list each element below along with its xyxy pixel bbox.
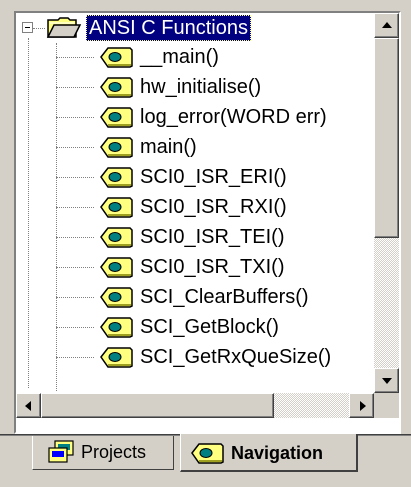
tree-item[interactable]: log_error(WORD err) — [16, 102, 374, 132]
arrow-right-icon — [360, 401, 366, 411]
tree-item-label[interactable]: main() — [138, 134, 199, 160]
tree-item-label[interactable]: SCI_GetRxQueSize() — [138, 344, 333, 370]
function-icon — [100, 197, 133, 218]
panel-tab-bar: Projects Navigation — [0, 434, 411, 487]
function-icon — [100, 167, 133, 188]
tree-item[interactable]: __main() — [16, 42, 374, 72]
scroll-right-button[interactable] — [349, 393, 374, 418]
function-tree[interactable]: ANSI C Functions __main() hw_initialise(… — [16, 13, 374, 393]
function-icon — [100, 317, 133, 338]
function-icon — [100, 77, 133, 98]
tree-root-label[interactable]: ANSI C Functions — [86, 15, 251, 41]
tree-item-label[interactable]: SCI0_ISR_TEI() — [138, 224, 286, 250]
scroll-up-button[interactable] — [374, 13, 399, 38]
scrollbar-corner — [374, 393, 399, 418]
tree-item-label[interactable]: __main() — [138, 44, 221, 70]
function-icon — [100, 347, 133, 368]
horizontal-scroll-thumb[interactable] — [41, 393, 274, 418]
tab-projects-label: Projects — [81, 442, 147, 462]
collapse-toggle-icon[interactable] — [22, 22, 33, 33]
tree-item[interactable]: SCI_ClearBuffers() — [16, 282, 374, 312]
vertical-scroll-thumb[interactable] — [374, 38, 399, 238]
tree-item-label[interactable]: SCI_GetBlock() — [138, 314, 281, 340]
tree-item[interactable]: SCI_GetBlock() — [16, 312, 374, 342]
function-icon — [100, 227, 133, 248]
tree-item[interactable]: SCI0_ISR_TEI() — [16, 222, 374, 252]
tree-line — [56, 43, 57, 391]
function-icon — [100, 47, 133, 68]
tab-navigation-label: Navigation — [231, 443, 324, 463]
tree-item-label[interactable]: hw_initialise() — [138, 74, 263, 100]
arrow-up-icon — [382, 22, 392, 28]
tree-item-label[interactable]: SCI0_ISR_TXI() — [138, 254, 286, 280]
scroll-down-button[interactable] — [374, 368, 399, 393]
tree-item-label[interactable]: SCI0_ISR_ERI() — [138, 164, 289, 190]
vertical-scrollbar[interactable] — [374, 13, 399, 393]
tree-item-label[interactable]: log_error(WORD err) — [138, 104, 329, 130]
arrow-down-icon — [382, 378, 392, 384]
arrow-left-icon — [25, 401, 31, 411]
tree-root-row[interactable]: ANSI C Functions — [16, 13, 374, 43]
function-icon — [100, 287, 133, 308]
open-folder-icon — [46, 17, 82, 38]
tab-projects[interactable]: Projects — [32, 436, 174, 470]
tree-item[interactable]: SCI0_ISR_ERI() — [16, 162, 374, 192]
scroll-left-button[interactable] — [16, 393, 41, 418]
horizontal-scrollbar[interactable] — [16, 393, 374, 418]
tree-item[interactable]: SCI0_ISR_RXI() — [16, 192, 374, 222]
tab-navigation[interactable]: Navigation — [180, 434, 358, 472]
tree-item[interactable]: SCI_GetRxQueSize() — [16, 342, 374, 372]
tree-item[interactable]: main() — [16, 132, 374, 162]
tree-item-label[interactable]: SCI0_ISR_RXI() — [138, 194, 289, 220]
projects-icon — [48, 440, 74, 463]
function-icon — [100, 107, 133, 128]
tree-item-label[interactable]: SCI_ClearBuffers() — [138, 284, 311, 310]
function-icon — [100, 257, 133, 278]
function-icon — [191, 443, 224, 464]
function-icon — [100, 137, 133, 158]
tree-item[interactable]: SCI0_ISR_TXI() — [16, 252, 374, 282]
tree-item[interactable]: hw_initialise() — [16, 72, 374, 102]
navigation-panel: ANSI C Functions __main() hw_initialise(… — [14, 11, 401, 434]
